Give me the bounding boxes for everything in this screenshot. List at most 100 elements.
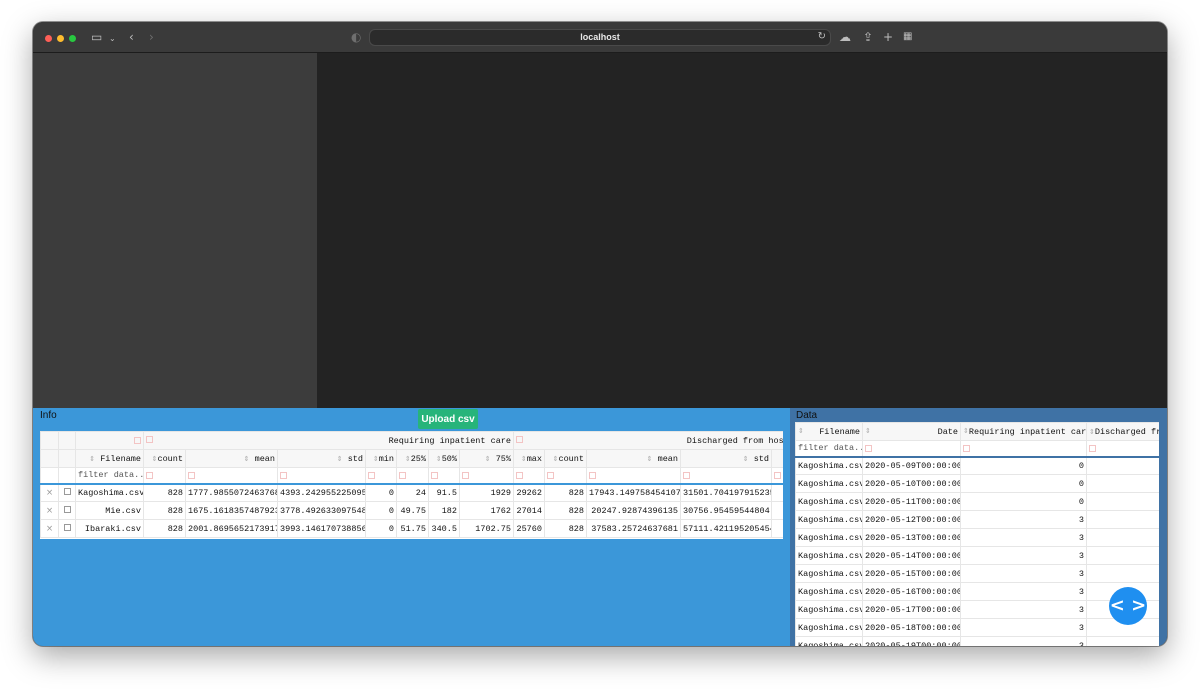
filter-input[interactable]	[428, 467, 460, 484]
filter-input[interactable]	[459, 467, 514, 484]
sort-icon[interactable]: ⇕	[244, 455, 250, 463]
column-header-row: ⇕ Filename ⇕count ⇕ mean ⇕ std ⇕min ⇕25%…	[40, 449, 783, 468]
info-table: Requiring inpatient care Discharged from…	[40, 431, 783, 539]
filter-input[interactable]	[586, 467, 681, 484]
sort-icon[interactable]: ⇕	[865, 427, 871, 435]
reload-icon[interactable]: ↻	[818, 31, 826, 42]
cell: 24	[396, 483, 429, 502]
back-icon[interactable]: ‹	[129, 30, 134, 44]
sort-icon[interactable]: ⇕	[89, 455, 95, 463]
filter-input[interactable]	[396, 467, 429, 484]
col-header-count-2[interactable]: ⇕count	[544, 449, 587, 468]
col-header-count[interactable]: ⇕count	[143, 449, 186, 468]
delete-row-button[interactable]: ×	[40, 519, 59, 538]
cell: 4393.242955225095	[277, 483, 366, 502]
sort-icon[interactable]: ⇕	[798, 427, 804, 435]
cell: 29262	[513, 483, 545, 502]
row-select-checkbox[interactable]	[58, 501, 76, 520]
table-row: Kagoshima.csv 2020-05-13T00:00:00 3	[795, 528, 1159, 547]
data-table: ⇕ Filename ⇕ Date ⇕ Requiring inpatient car…	[795, 422, 1159, 646]
table-row: Kagoshima.csv 2020-05-16T00:00:00 3	[795, 582, 1159, 601]
sidebar-toggle-icon[interactable]: ▭	[91, 30, 102, 44]
delete-row-button[interactable]: ×	[40, 483, 59, 502]
filter-input[interactable]	[143, 467, 186, 484]
col-header-25[interactable]: ⇕25%	[396, 449, 429, 468]
col-header-date[interactable]: ⇕ Date	[862, 422, 961, 441]
row-select-checkbox[interactable]	[58, 519, 76, 538]
table-row: Kagoshima.csv 2020-05-11T00:00:00 0	[795, 492, 1159, 511]
upload-csv-button[interactable]: Upload csv	[418, 409, 478, 429]
col-header-filename[interactable]: ⇕ Filename	[795, 422, 863, 441]
cell: 25760	[513, 519, 545, 538]
col-header-mean[interactable]: ⇕ mean	[185, 449, 278, 468]
filter-input[interactable]	[680, 467, 772, 484]
sort-icon[interactable]: ⇕	[647, 455, 653, 463]
privacy-shield-icon[interactable]: ◐	[351, 30, 361, 44]
col-header-discharged[interactable]: ⇕Discharged fr	[1086, 422, 1159, 441]
filter-input[interactable]	[862, 440, 961, 457]
delete-row-button[interactable]: ×	[40, 501, 59, 520]
cell: 27014	[513, 501, 545, 520]
table-row: Kagoshima.csv 2020-05-14T00:00:00 3	[795, 546, 1159, 565]
cell: 37583.25724637681	[586, 519, 681, 538]
filter-input[interactable]	[1086, 440, 1159, 457]
zoom-window-button[interactable]	[69, 35, 76, 42]
sort-icon[interactable]: ⇕	[743, 455, 749, 463]
filter-input[interactable]	[513, 467, 545, 484]
group-header-discharged: Discharged from hospit	[686, 435, 783, 446]
col-header-mean-2[interactable]: ⇕ mean	[586, 449, 681, 468]
column-header-row: ⇕ Filename ⇕ Date ⇕ Requiring inpatient car…	[795, 422, 1159, 441]
filter-input[interactable]	[544, 467, 587, 484]
code-toggle-button[interactable]: < >	[1109, 587, 1147, 625]
col-header-std-2[interactable]: ⇕ std	[680, 449, 772, 468]
cell: 51.75	[396, 519, 429, 538]
address-bar[interactable]: localhost ↻	[369, 29, 831, 46]
cell: 182	[428, 501, 460, 520]
info-title: Info	[40, 410, 57, 421]
cell: 2001.8695652173917	[185, 519, 278, 538]
filter-input[interactable]	[185, 467, 278, 484]
cell: 828	[143, 483, 186, 502]
group-header-row: Requiring inpatient care Discharged from…	[40, 431, 783, 450]
cell: 1762	[459, 501, 514, 520]
col-header-75[interactable]: ⇕ 75%	[459, 449, 514, 468]
sort-icon[interactable]: ⇕	[485, 455, 491, 463]
tab-overview-icon[interactable]: ▦	[903, 30, 912, 44]
filter-input[interactable]	[365, 467, 397, 484]
filter-input-filename[interactable]: filter data...	[75, 467, 144, 484]
row-select-checkbox[interactable]	[58, 483, 76, 502]
browser-titlebar: ▭ ⌄ ‹ › ◐ localhost ↻ ☁ ⇪ + ▦	[33, 22, 1167, 53]
cell: 828	[143, 519, 186, 538]
cell: 7	[771, 519, 783, 538]
cell: 828	[544, 519, 587, 538]
filter-input[interactable]	[771, 467, 783, 484]
new-tab-icon[interactable]: +	[883, 30, 893, 44]
chevron-down-icon[interactable]: ⌄	[109, 32, 116, 46]
cell: 828	[544, 501, 587, 520]
col-header-inpatient[interactable]: ⇕ Requiring inpatient care	[960, 422, 1087, 441]
filter-input-filename[interactable]: filter data...	[795, 440, 863, 457]
cell: 49.75	[396, 501, 429, 520]
main-canvas	[317, 53, 1167, 408]
cell	[771, 483, 783, 502]
table-row: Kagoshima.csv 2020-05-15T00:00:00 3	[795, 564, 1159, 583]
filter-row: filter data...	[795, 440, 1159, 457]
table-row: Kagoshima.csv 2020-05-10T00:00:00 0	[795, 474, 1159, 493]
filter-input[interactable]	[960, 440, 1087, 457]
col-header-max[interactable]: ⇕max	[513, 449, 545, 468]
forward-icon[interactable]: ›	[149, 30, 154, 44]
share-icon[interactable]: ⇪	[863, 30, 873, 44]
sort-icon[interactable]: ⇕	[337, 455, 343, 463]
minimize-window-button[interactable]	[57, 35, 64, 42]
col-header-filename[interactable]: ⇕ Filename	[75, 449, 144, 468]
col-header-50[interactable]: ⇕50%	[428, 449, 460, 468]
close-window-button[interactable]	[45, 35, 52, 42]
filter-input[interactable]	[277, 467, 366, 484]
col-header-std[interactable]: ⇕ std	[277, 449, 366, 468]
table-row: × Kagoshima.csv 828 1777.9855072463768 4…	[40, 483, 783, 502]
info-panel: Info Upload csv Requiring inpatient care…	[33, 408, 790, 646]
col-header-min[interactable]: ⇕min	[365, 449, 397, 468]
cell: 3993.146170738856	[277, 519, 366, 538]
cloud-icon[interactable]: ☁	[839, 30, 851, 44]
col-header-min-2[interactable]: ⇕mi	[771, 449, 783, 468]
